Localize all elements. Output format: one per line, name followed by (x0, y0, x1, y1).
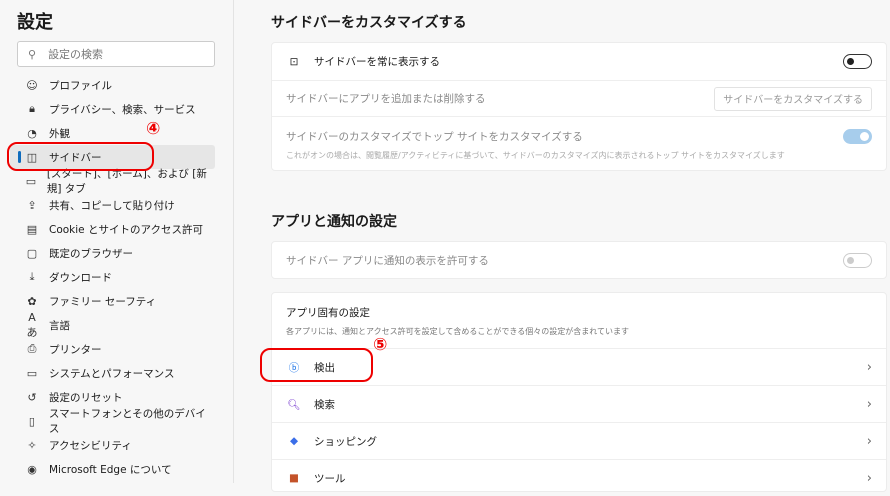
phone-icon: ▯ (28, 414, 35, 428)
accessibility-icon: ✧ (27, 438, 37, 452)
sidebar-item-language[interactable]: Aあ 言語 (10, 310, 215, 339)
sidebar-item-label: 共有、コピーして貼り付け (49, 199, 175, 212)
sidebar-item-label: 設定のリセット (49, 391, 123, 404)
notify-card: サイドバー アプリに通知の表示を許可する (271, 241, 887, 279)
annotation-box-4 (7, 142, 154, 171)
always-show-row: ⊡ サイドバーを常に表示する (272, 43, 886, 80)
sidebar-item-label: プロファイル (49, 79, 112, 92)
sidebar-item-phone[interactable]: ▯ スマートフォンとその他のデバイス (10, 408, 215, 435)
top-sites-label: サイドバーのカスタマイズでトップ サイトをカスタマイズする (286, 130, 583, 143)
app-row-shopping-tag[interactable]: ◆ ショッピング › (272, 422, 886, 459)
sidebar-item-edge[interactable]: ◉ Microsoft Edge について (10, 457, 215, 481)
cookie-icon: ▤ (26, 222, 38, 236)
section-heading-sidebar: サイドバーをカスタマイズする (271, 15, 467, 31)
sidebar-item-label: 言語 (49, 319, 70, 332)
language-icon: Aあ (26, 310, 38, 339)
shopping-tag-icon: ◆ (289, 435, 299, 447)
add-remove-row: サイドバーにアプリを追加または削除する サイドバーをカスタマイズする (272, 80, 886, 116)
lock-icon: 🔒︎ (29, 102, 35, 115)
family-icon: ✿ (27, 294, 37, 308)
annotation-step-4: ④ (146, 119, 161, 139)
sidebar-item-family[interactable]: ✿ ファミリー セーフティ (10, 289, 215, 313)
sidebar-item-label: Cookie とサイトのアクセス許可 (49, 223, 203, 236)
annotation-step-5: ⑤ (373, 335, 388, 355)
notify-label: サイドバー アプリに通知の表示を許可する (286, 254, 489, 267)
edge-icon: ◉ (27, 462, 37, 476)
download-icon: ⤓ (29, 270, 35, 283)
browser-icon: ▢ (26, 246, 38, 260)
sidebar-item-label: ファミリー セーフティ (49, 295, 157, 308)
app-label: ショッピング (314, 435, 377, 448)
toolbox-icon: ■ (289, 472, 299, 484)
section-heading-apps: アプリと通知の設定 (271, 214, 397, 230)
app-label: 検索 (314, 398, 335, 411)
home-tab-icon: ▭ (25, 174, 37, 188)
sidebar-item-accessibility[interactable]: ✧ アクセシビリティ (10, 433, 215, 457)
chevron-right-icon: › (866, 359, 872, 375)
sidebar-item-label: ダウンロード (49, 271, 112, 284)
notify-row: サイドバー アプリに通知の表示を許可する (272, 242, 886, 278)
settings-sidebar: 設定 ⚲ 設定の検索 ☺ プロファイル 🔒︎ プライバシー、検索、サービス ◔ 外観 ◫ サイ… (0, 0, 234, 483)
share-icon: ⇪ (27, 198, 37, 212)
sidebar-item-label: プライバシー、検索、サービス (49, 103, 196, 116)
sidebar-item-label: アクセシビリティ (49, 439, 132, 452)
profile-icon: ☺ (26, 78, 38, 92)
settings-title: 設定 (17, 12, 53, 33)
chevron-right-icon: › (866, 433, 872, 449)
chevron-right-icon: › (866, 396, 872, 412)
sidebar-item-label: システムとパフォーマンス (49, 367, 175, 380)
search-placeholder: 設定の検索 (48, 48, 104, 61)
app-row-toolbox[interactable]: ■ ツール › (272, 459, 886, 496)
palette-icon: ◔ (27, 126, 37, 140)
app-row-search-app[interactable]: 🔍︎ 検索 › (272, 385, 886, 422)
sidebar-item-cookie[interactable]: ▤ Cookie とサイトのアクセス許可 (10, 217, 215, 241)
sidebar-settings-card: ⊡ サイドバーを常に表示する サイドバーにアプリを追加または削除する サイドバー… (271, 42, 887, 171)
settings-search-input[interactable]: ⚲ 設定の検索 (17, 41, 215, 67)
app-specific-card: アプリ固有の設定 各アプリには、通知とアクセス許可を設定して含めることができる個… (271, 292, 887, 492)
sidebar-item-label: Microsoft Edge について (49, 463, 172, 476)
sidebar-item-download[interactable]: ⤓ ダウンロード (10, 265, 215, 289)
notify-toggle[interactable] (843, 252, 872, 268)
app-label: ツール (314, 472, 346, 485)
sidebar-item-laptop[interactable]: ▭ システムとパフォーマンス (10, 361, 215, 385)
sidebar-item-label: 既定のブラウザー (49, 247, 133, 260)
reset-icon: ↺ (27, 390, 37, 404)
annotation-box-5 (260, 348, 373, 382)
add-remove-label: サイドバーにアプリを追加または削除する (286, 93, 486, 105)
sidebar-item-label: スマートフォンとその他のデバイス (48, 408, 206, 435)
top-sites-toggle[interactable] (843, 129, 872, 144)
sidebar-pin-icon: ⊡ (289, 55, 299, 68)
sidebar-item-browser[interactable]: ▢ 既定のブラウザー (10, 241, 215, 265)
printer-icon: ⎙ (27, 342, 37, 355)
sidebar-item-home-tab[interactable]: ▭ [スタート]、[ホーム]、および [新規] タブ (10, 168, 215, 195)
sidebar-item-share[interactable]: ⇪ 共有、コピーして貼り付け (10, 193, 215, 217)
sidebar-item-label: プリンター (49, 343, 102, 356)
app-specific-desc: 各アプリには、通知とアクセス許可を設定して含めることができる個々の設定が含まれて… (286, 327, 629, 336)
customize-sidebar-button[interactable]: サイドバーをカスタマイズする (714, 86, 872, 111)
chevron-right-icon: › (866, 470, 872, 486)
laptop-icon: ▭ (26, 366, 38, 380)
app-specific-title: アプリ固有の設定 (286, 307, 370, 319)
search-icon: ⚲ (28, 47, 37, 61)
sidebar-item-lock[interactable]: 🔒︎ プライバシー、検索、サービス (10, 97, 215, 121)
always-show-toggle[interactable] (843, 54, 872, 69)
sidebar-item-profile[interactable]: ☺ プロファイル (10, 73, 215, 97)
search-app-icon: 🔍︎ (287, 398, 301, 411)
sidebar-item-printer[interactable]: ⎙ プリンター (10, 337, 215, 361)
always-show-label: サイドバーを常に表示する (314, 56, 440, 68)
top-sites-row: サイドバーのカスタマイズでトップ サイトをカスタマイズする これがオンの場合は、… (272, 116, 886, 172)
top-sites-desc: これがオンの場合は、閲覧履歴/アクティビティに基づいて、サイドバーのカスタマイズ… (286, 150, 785, 160)
sidebar-item-label: 外観 (49, 127, 70, 140)
